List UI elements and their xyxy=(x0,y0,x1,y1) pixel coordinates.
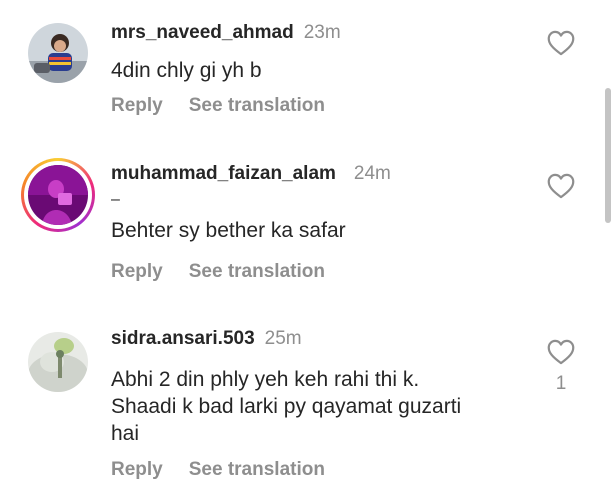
reply-button[interactable]: Reply xyxy=(111,459,163,480)
like-button[interactable] xyxy=(547,339,575,365)
flower-photo-icon xyxy=(28,332,88,392)
scrollbar[interactable] xyxy=(605,88,611,223)
comment-line: Abhi 2 din phly yeh keh rahi thi k. xyxy=(111,368,420,391)
avatar[interactable] xyxy=(28,332,88,392)
heart-outline-icon xyxy=(547,339,575,365)
comment-text: Abhi 2 din phly yeh keh rahi thi k. Shaa… xyxy=(111,366,511,447)
comments-screen: mrs_naveed_ahmad 23m 4din chly gi yh b Re… xyxy=(0,0,612,500)
comment-username[interactable]: sidra.ansari.503 xyxy=(111,328,255,349)
comment-item: sidra.ansari.503 25m Abhi 2 din phly yeh … xyxy=(0,0,600,500)
comment-line: Shaadi k bad larki py qayamat guzarti xyxy=(111,395,462,418)
comment-timestamp: 25m xyxy=(264,328,302,349)
comment-line: hai xyxy=(111,422,140,445)
like-count: 1 xyxy=(555,373,567,394)
see-translation-button[interactable]: See translation xyxy=(189,459,325,480)
